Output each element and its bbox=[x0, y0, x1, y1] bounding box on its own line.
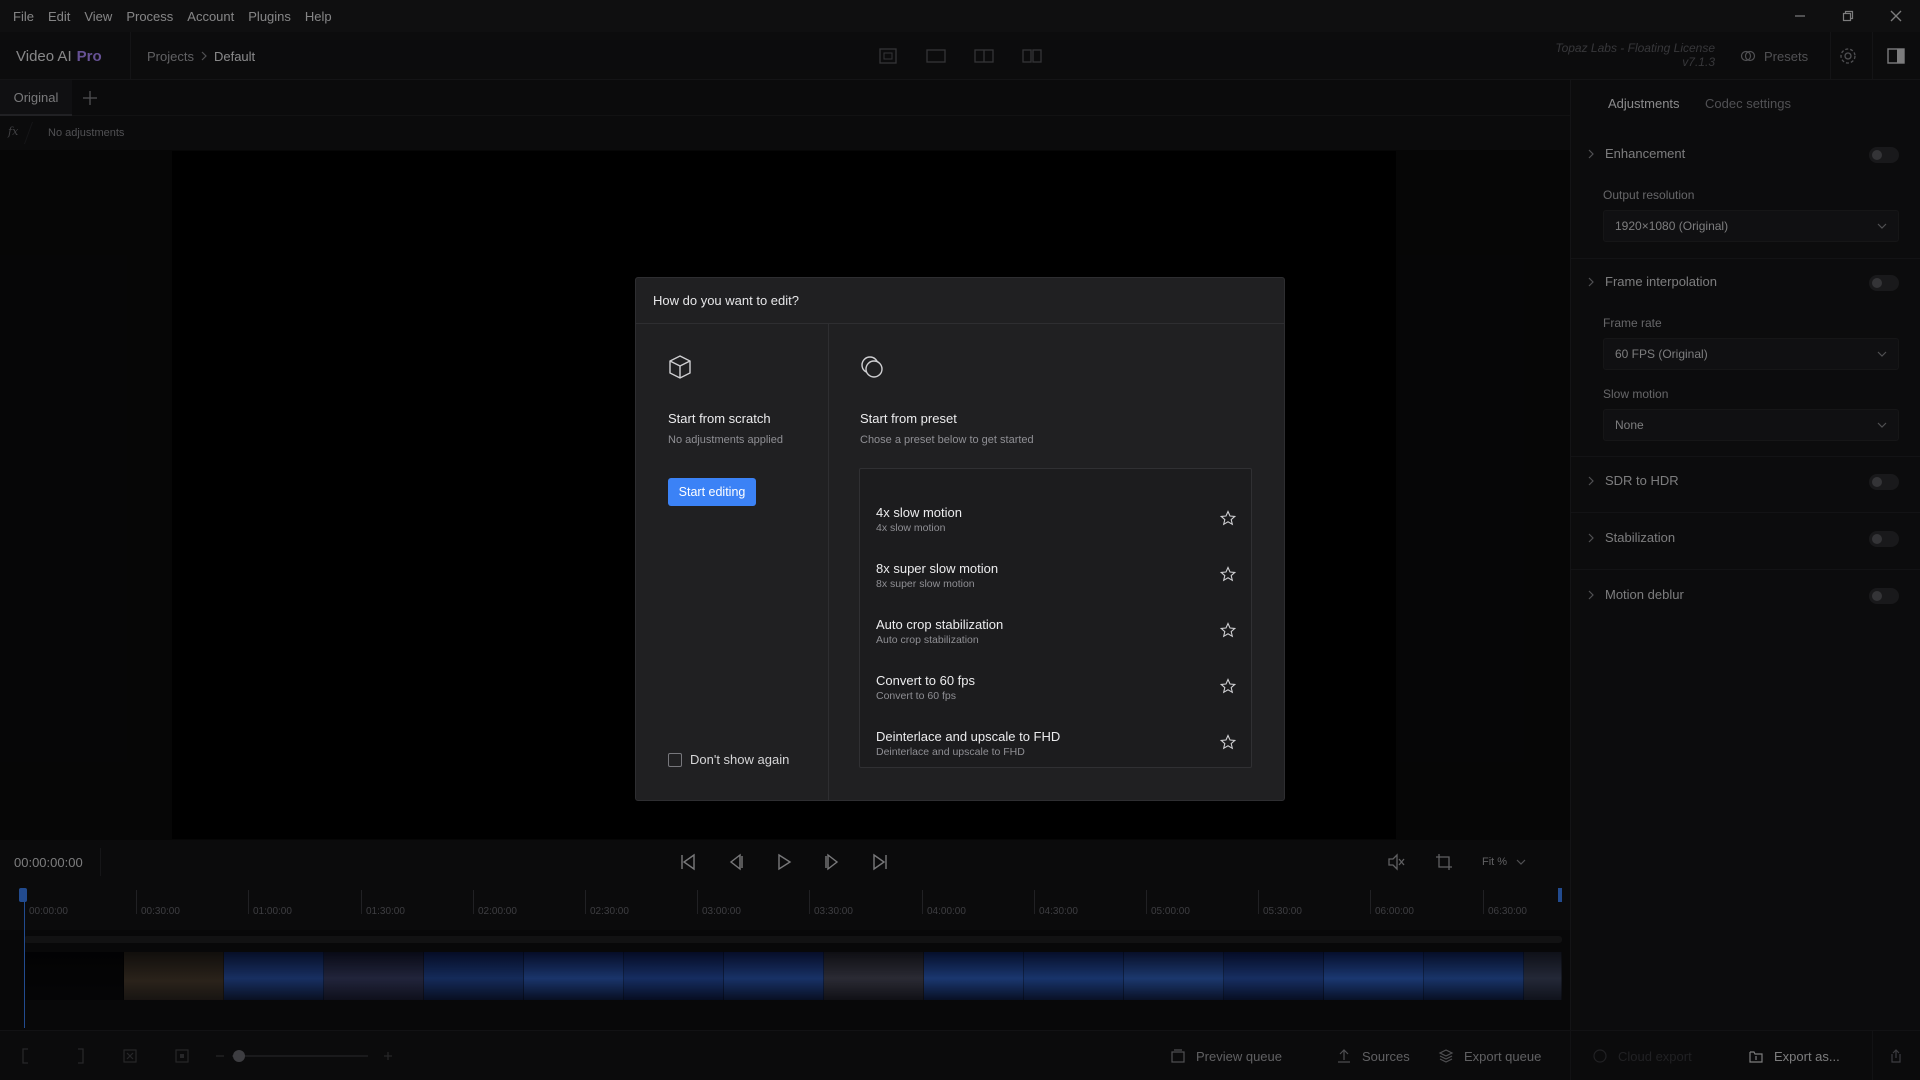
dialog-title: How do you want to edit? bbox=[653, 293, 799, 308]
dont-show-again-label: Don't show again bbox=[690, 752, 790, 767]
star-icon[interactable] bbox=[1220, 734, 1236, 750]
star-icon[interactable] bbox=[1220, 678, 1236, 694]
dialog-divider bbox=[636, 323, 1284, 324]
preset-item-auto-crop-stabilization[interactable]: Auto crop stabilization Auto crop stabil… bbox=[860, 605, 1251, 661]
star-icon[interactable] bbox=[1220, 510, 1236, 526]
preset-name: Convert to 60 fps bbox=[876, 673, 975, 688]
preset-description: 4x slow motion bbox=[876, 522, 946, 534]
preset-item-4x-slow-motion[interactable]: 4x slow motion 4x slow motion bbox=[860, 493, 1251, 549]
preset-name: Auto crop stabilization bbox=[876, 617, 1004, 632]
preset-item-convert-to-60fps[interactable]: Convert to 60 fps Convert to 60 fps bbox=[860, 661, 1251, 717]
scratch-subtitle: No adjustments applied bbox=[668, 434, 783, 446]
preset-description: Deinterlace and upscale to FHD bbox=[876, 746, 1025, 758]
preset-name: 4x slow motion bbox=[876, 505, 962, 520]
preset-description: Convert to 60 fps bbox=[876, 690, 956, 702]
preset-name: Deinterlace and upscale to FHD bbox=[876, 729, 1061, 744]
preset-name: 8x super slow motion bbox=[876, 561, 999, 576]
cube-icon bbox=[666, 353, 694, 381]
preset-item-8x-super-slow-motion[interactable]: 8x super slow motion 8x super slow motio… bbox=[860, 549, 1251, 605]
preset-list: 4x slow motion 4x slow motion 8x super s… bbox=[859, 468, 1252, 768]
star-icon[interactable] bbox=[1220, 622, 1236, 638]
preset-item-deinterlace-upscale-fhd[interactable]: Deinterlace and upscale to FHD Deinterla… bbox=[860, 717, 1251, 773]
presets-icon bbox=[858, 353, 886, 381]
preset-description: Auto crop stabilization bbox=[876, 634, 979, 646]
dialog-column-divider bbox=[828, 324, 829, 800]
preset-title: Start from preset bbox=[860, 411, 957, 426]
preset-subtitle: Chose a preset below to get started bbox=[860, 434, 1034, 446]
edit-mode-dialog: How do you want to edit? Start from scra… bbox=[635, 277, 1285, 801]
star-icon[interactable] bbox=[1220, 566, 1236, 582]
start-editing-button[interactable]: Start editing bbox=[668, 478, 756, 506]
dont-show-again-option[interactable]: Don't show again bbox=[668, 752, 789, 767]
dont-show-again-checkbox[interactable] bbox=[668, 752, 682, 767]
scratch-title: Start from scratch bbox=[668, 411, 771, 426]
preset-description: 8x super slow motion bbox=[876, 578, 975, 590]
